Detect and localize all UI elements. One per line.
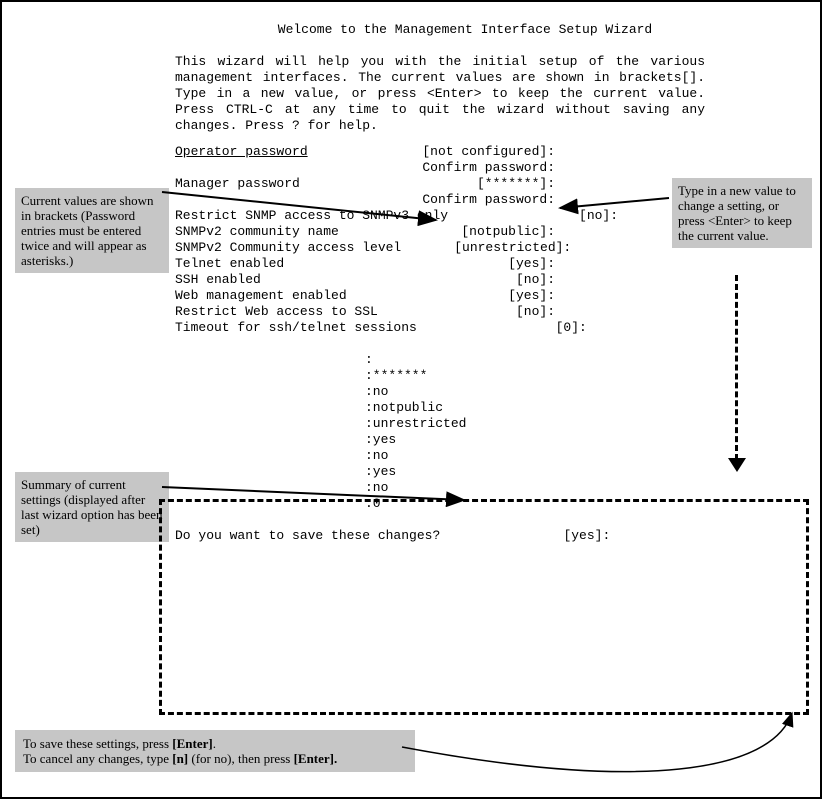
- prompt-label: Restrict Web access to SSL: [175, 304, 385, 320]
- summary-label: [175, 400, 365, 416]
- summary-row: :notpublic: [175, 400, 555, 416]
- terminal: Welcome to the Management Interface Setu…: [175, 22, 795, 544]
- callout-current-values: Current values are shown in brackets (Pa…: [15, 188, 169, 273]
- wizard-intro: This wizard will help you with the initi…: [175, 54, 705, 134]
- prompt-value[interactable]: [notpublic]:: [385, 224, 555, 240]
- summary-value: :yes: [365, 432, 555, 448]
- prompt-value[interactable]: [no]:: [448, 208, 618, 224]
- prompt-value[interactable]: [no]:: [385, 272, 555, 288]
- summary-row: :no: [175, 448, 555, 464]
- summary-row: :no: [175, 384, 555, 400]
- prompt-value[interactable]: [yes]:: [385, 288, 555, 304]
- prompt-label: Operator password: [175, 144, 385, 160]
- prompt-label: Manager password: [175, 176, 385, 192]
- summary-value: :no: [365, 448, 555, 464]
- callout-type-new-value: Type in a new value to change a setting,…: [672, 178, 812, 248]
- summary-value: :unrestricted: [365, 416, 555, 432]
- wizard-title: Welcome to the Management Interface Setu…: [115, 22, 815, 38]
- summary-label: [175, 464, 365, 480]
- prompt-label: SNMPv2 Community access level: [175, 240, 401, 256]
- summary-row: :no: [175, 480, 555, 496]
- summary-row: :0: [175, 496, 555, 512]
- prompt-value[interactable]: [0]:: [417, 320, 587, 336]
- prompt-value[interactable]: [not configured]:: [385, 144, 555, 160]
- summary-value: :no: [365, 480, 555, 496]
- summary-value: :: [365, 352, 555, 368]
- prompt-row: Operator password[not configured]:: [175, 144, 555, 160]
- callout-save-instructions: To save these settings, press [Enter]. T…: [15, 730, 415, 772]
- prompt-value[interactable]: [unrestricted]:: [401, 240, 571, 256]
- prompt-value[interactable]: Confirm password:: [385, 160, 555, 176]
- prompt-value[interactable]: Confirm password:: [385, 192, 555, 208]
- prompt-label: Telnet enabled: [175, 256, 385, 272]
- summary-row: :yes: [175, 464, 555, 480]
- prompt-row: Telnet enabled[yes]:: [175, 256, 555, 272]
- summary-label: [175, 384, 365, 400]
- summary-label: [175, 448, 365, 464]
- summary-row: :unrestricted: [175, 416, 555, 432]
- summary-label: [175, 432, 365, 448]
- prompt-label: [175, 160, 385, 176]
- prompt-label: SNMPv2 community name: [175, 224, 385, 240]
- save-prompt-label: Do you want to save these changes?: [175, 528, 440, 544]
- prompt-row: Confirm password:: [175, 192, 555, 208]
- summary-label: [175, 352, 365, 368]
- prompt-label: Timeout for ssh/telnet sessions: [175, 320, 417, 336]
- prompt-label: Restrict SNMP access to SNMPv3 only: [175, 208, 448, 224]
- prompt-value[interactable]: [no]:: [385, 304, 555, 320]
- prompt-row: Restrict Web access to SSL[no]:: [175, 304, 555, 320]
- figure-container: Welcome to the Management Interface Setu…: [0, 0, 822, 799]
- prompt-row: Restrict SNMP access to SNMPv3 only[no]:: [175, 208, 555, 224]
- summary-label: [175, 416, 365, 432]
- prompt-row: SNMPv2 Community access level[unrestrict…: [175, 240, 555, 256]
- prompt-row: Timeout for ssh/telnet sessions[0]:: [175, 320, 555, 336]
- prompt-row: SSH enabled[no]:: [175, 272, 555, 288]
- summary-value: :yes: [365, 464, 555, 480]
- summary-label: [175, 480, 365, 496]
- summary-row: :yes: [175, 432, 555, 448]
- summary-value: :no: [365, 384, 555, 400]
- dashed-arrow-head: [728, 458, 746, 476]
- prompt-value[interactable]: [yes]:: [385, 256, 555, 272]
- summary-value: :*******: [365, 368, 555, 384]
- prompt-row: Web management enabled[yes]:: [175, 288, 555, 304]
- prompt-label: SSH enabled: [175, 272, 385, 288]
- summary-value: :0: [365, 496, 555, 512]
- prompt-row: SNMPv2 community name[notpublic]:: [175, 224, 555, 240]
- prompt-label: Web management enabled: [175, 288, 385, 304]
- prompt-row: Manager password[*******]:: [175, 176, 555, 192]
- save-prompt-value[interactable]: [yes]:: [440, 528, 610, 544]
- prompt-label: [175, 192, 385, 208]
- summary-value: :notpublic: [365, 400, 555, 416]
- summary-row: :: [175, 352, 555, 368]
- prompt-value[interactable]: [*******]:: [385, 176, 555, 192]
- summary-label: [175, 368, 365, 384]
- callout-summary: Summary of current settings (displayed a…: [15, 472, 169, 542]
- summary-row: :*******: [175, 368, 555, 384]
- save-prompt-row: Do you want to save these changes? [yes]…: [175, 528, 555, 544]
- dashed-arrow-line: [735, 275, 738, 460]
- prompt-row: Confirm password:: [175, 160, 555, 176]
- summary-label: [175, 496, 365, 512]
